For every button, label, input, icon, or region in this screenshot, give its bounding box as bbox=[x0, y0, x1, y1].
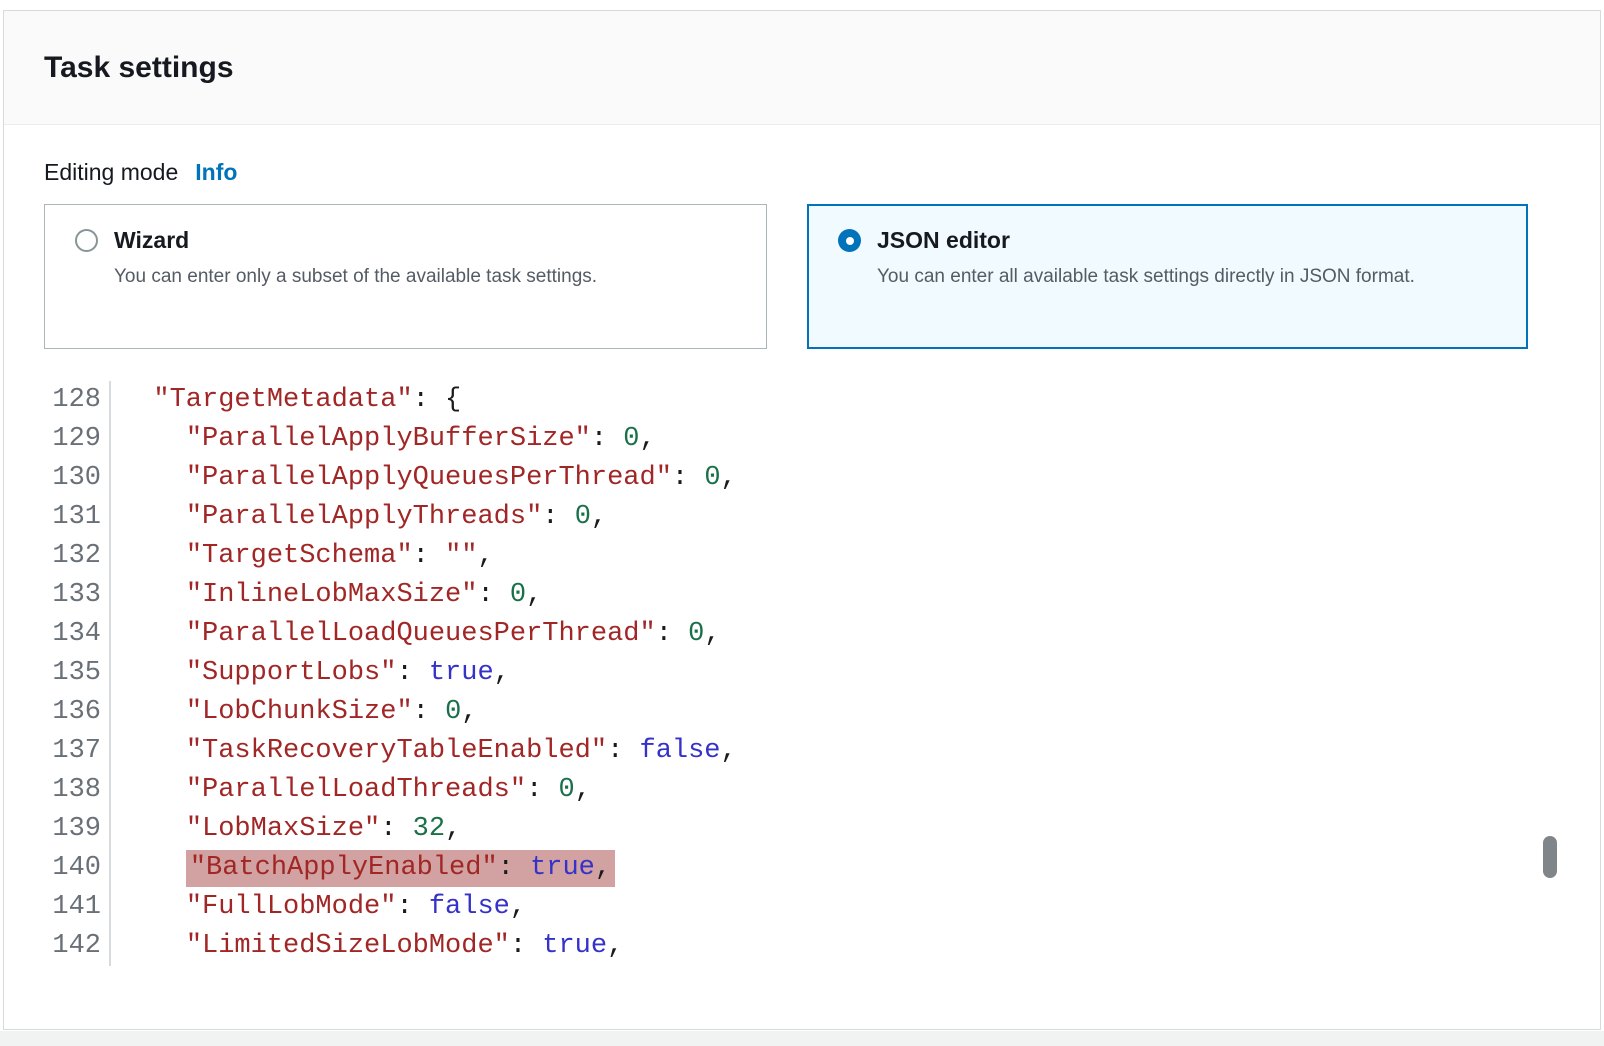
code-line: "ParallelLoadThreads": 0, bbox=[121, 771, 737, 810]
search-match-highlight: "BatchApplyEnabled": true, bbox=[186, 850, 615, 887]
page-bottom-strip bbox=[0, 1031, 1604, 1046]
option-label-json-editor: JSON editor bbox=[877, 227, 1010, 254]
line-number: 142 bbox=[4, 927, 101, 966]
code-line: "TaskRecoveryTableEnabled": false, bbox=[121, 732, 737, 771]
code-line: "LobChunkSize": 0, bbox=[121, 693, 737, 732]
option-card-json-editor-head: JSON editor bbox=[838, 227, 1497, 254]
line-number: 137 bbox=[4, 732, 101, 771]
option-card-json-editor[interactable]: JSON editor You can enter all available … bbox=[807, 204, 1528, 349]
line-number: 141 bbox=[4, 888, 101, 927]
code-line: "LobMaxSize": 32, bbox=[121, 810, 737, 849]
code-line: "ParallelApplyBufferSize": 0, bbox=[121, 420, 737, 459]
option-card-wizard-head: Wizard bbox=[75, 227, 736, 254]
option-card-wizard[interactable]: Wizard You can enter only a subset of th… bbox=[44, 204, 767, 349]
radio-dot bbox=[846, 237, 854, 245]
code-line: "ParallelLoadQueuesPerThread": 0, bbox=[121, 615, 737, 654]
panel-header: Task settings bbox=[4, 11, 1600, 125]
line-number: 135 bbox=[4, 654, 101, 693]
radio-json-editor-selected-icon[interactable] bbox=[838, 229, 861, 252]
panel-body: Editing mode Info Wizard You can enter o… bbox=[4, 159, 1600, 966]
vertical-scrollbar-thumb[interactable] bbox=[1543, 836, 1557, 878]
line-number: 130 bbox=[4, 459, 101, 498]
line-number: 138 bbox=[4, 771, 101, 810]
code-line: "InlineLobMaxSize": 0, bbox=[121, 576, 737, 615]
code-line: "ParallelApplyQueuesPerThread": 0, bbox=[121, 459, 737, 498]
line-number: 133 bbox=[4, 576, 101, 615]
code-line: "TargetMetadata": { bbox=[121, 381, 737, 420]
code-area[interactable]: "TargetMetadata": { "ParallelApplyBuffer… bbox=[111, 381, 737, 966]
line-number: 131 bbox=[4, 498, 101, 537]
code-line: "SupportLobs": true, bbox=[121, 654, 737, 693]
code-line: "LimitedSizeLobMode": true, bbox=[121, 927, 737, 966]
task-settings-panel: Task settings Editing mode Info Wizard Y… bbox=[3, 10, 1601, 1030]
editing-mode-label: Editing mode bbox=[44, 159, 178, 186]
code-line: "FullLobMode": false, bbox=[121, 888, 737, 927]
line-number: 128 bbox=[4, 381, 101, 420]
option-label-wizard: Wizard bbox=[114, 227, 189, 254]
option-description-json-editor: You can enter all available task setting… bbox=[877, 262, 1437, 292]
line-number: 129 bbox=[4, 420, 101, 459]
editing-mode-options: Wizard You can enter only a subset of th… bbox=[44, 204, 1560, 349]
editing-mode-row: Editing mode Info bbox=[44, 159, 1560, 186]
line-number: 139 bbox=[4, 810, 101, 849]
line-number: 134 bbox=[4, 615, 101, 654]
line-number: 136 bbox=[4, 693, 101, 732]
radio-wizard-icon[interactable] bbox=[75, 229, 98, 252]
code-line: "TargetSchema": "", bbox=[121, 537, 737, 576]
code-line: "ParallelApplyThreads": 0, bbox=[121, 498, 737, 537]
code-line: "BatchApplyEnabled": true, bbox=[121, 849, 737, 888]
line-number: 140 bbox=[4, 849, 101, 888]
line-number-gutter: 1281291301311321331341351361371381391401… bbox=[4, 381, 111, 966]
info-link[interactable]: Info bbox=[195, 159, 237, 186]
option-description-wizard: You can enter only a subset of the avail… bbox=[114, 262, 674, 292]
json-code-editor[interactable]: 1281291301311321331341351361371381391401… bbox=[4, 381, 1600, 966]
line-number: 132 bbox=[4, 537, 101, 576]
page-title: Task settings bbox=[44, 51, 234, 85]
